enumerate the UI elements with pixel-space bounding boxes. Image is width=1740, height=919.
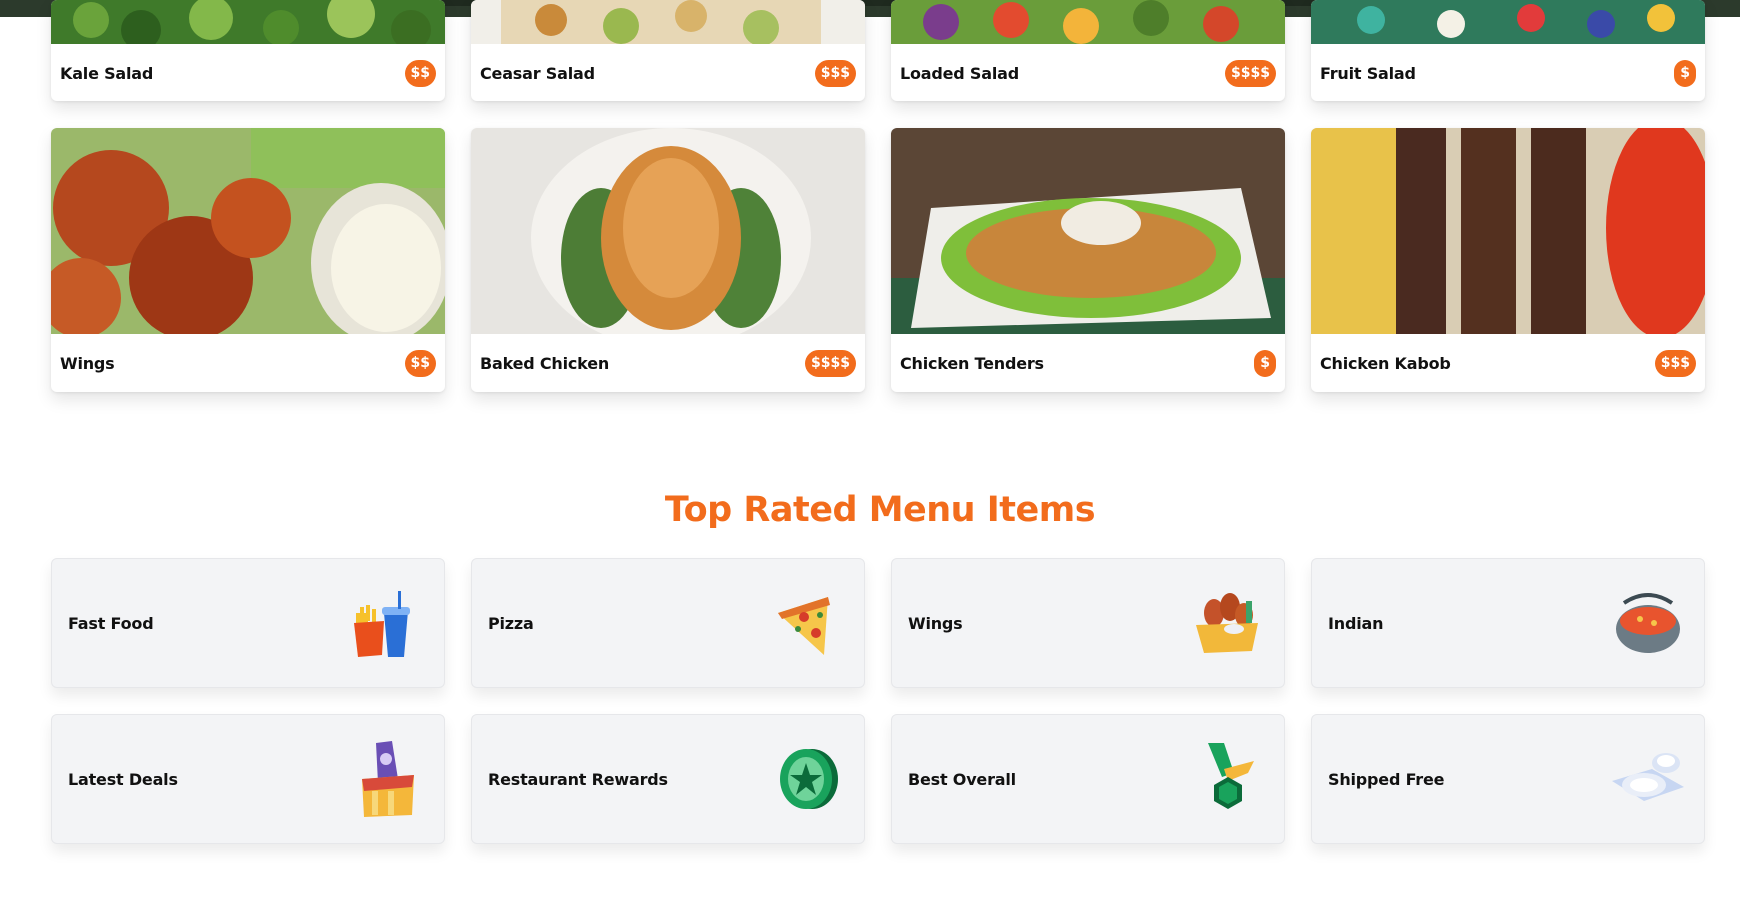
- chicken-kabob-image: [1311, 128, 1705, 334]
- category-card-pizza[interactable]: Pizza: [471, 558, 865, 688]
- wings-image: [51, 128, 445, 334]
- category-label: Latest Deals: [68, 769, 178, 789]
- price-badge: $$$$: [805, 349, 856, 377]
- deal-tag-icon: [348, 739, 428, 819]
- menu-card-kale-salad[interactable]: Kale Salad $$: [51, 0, 445, 101]
- price-badge: $$: [404, 59, 436, 87]
- menu-item-name: Ceasar Salad: [480, 63, 595, 83]
- loaded-salad-image: [891, 0, 1285, 44]
- menu-card-ceasar-salad[interactable]: Ceasar Salad $$$: [471, 0, 865, 101]
- price-badge: $$$: [814, 59, 856, 87]
- wings-basket-icon: [1188, 583, 1268, 663]
- price-badge: $$$: [1654, 349, 1696, 377]
- kale-salad-image: [51, 0, 445, 44]
- price-badge: $$: [404, 349, 436, 377]
- category-label: Best Overall: [908, 769, 1016, 789]
- category-card-restaurant-rewards[interactable]: Restaurant Rewards: [471, 714, 865, 844]
- category-card-wings[interactable]: Wings: [891, 558, 1285, 688]
- baked-chicken-image: [471, 128, 865, 334]
- menu-card-wings[interactable]: Wings $$: [51, 128, 445, 392]
- menu-item-name: Kale Salad: [60, 63, 154, 83]
- menu-item-name: Fruit Salad: [1320, 63, 1416, 83]
- menu-item-name: Chicken Tenders: [900, 353, 1044, 373]
- menu-card-chicken-kabob[interactable]: Chicken Kabob $$$: [1311, 128, 1705, 392]
- category-label: Indian: [1328, 613, 1384, 633]
- price-badge: $: [1254, 349, 1276, 377]
- award-medal-icon: [1188, 739, 1268, 819]
- reward-coin-icon: [768, 739, 848, 819]
- menu-card-loaded-salad[interactable]: Loaded Salad $$$$: [891, 0, 1285, 101]
- category-card-fast-food[interactable]: Fast Food: [51, 558, 445, 688]
- category-card-shipped-free[interactable]: Shipped Free: [1311, 714, 1705, 844]
- chicken-tenders-image: [891, 128, 1285, 334]
- category-grid: Fast Food Pizza Wings Indian Latest Deal…: [51, 558, 1705, 844]
- chicken-card-row: Wings $$ Baked Chicken $$$$ Chicken Tender…: [51, 128, 1705, 392]
- menu-card-baked-chicken[interactable]: Baked Chicken $$$$: [471, 128, 865, 392]
- menu-card-chicken-tenders[interactable]: Chicken Tenders $: [891, 128, 1285, 392]
- ceasar-salad-image: [471, 0, 865, 44]
- plates-icon: [1608, 739, 1688, 819]
- category-card-best-overall[interactable]: Best Overall: [891, 714, 1285, 844]
- menu-card-fruit-salad[interactable]: Fruit Salad $: [1311, 0, 1705, 101]
- curry-bowl-icon: [1608, 583, 1688, 663]
- category-label: Restaurant Rewards: [488, 769, 668, 789]
- fruit-salad-image: [1311, 0, 1705, 44]
- menu-item-name: Chicken Kabob: [1320, 353, 1451, 373]
- category-card-indian[interactable]: Indian: [1311, 558, 1705, 688]
- category-label: Fast Food: [68, 613, 154, 633]
- section-title: Top Rated Menu Items: [664, 490, 1096, 530]
- menu-item-name: Baked Chicken: [480, 353, 610, 373]
- category-label: Pizza: [488, 613, 534, 633]
- category-label: Wings: [908, 613, 963, 633]
- category-label: Shipped Free: [1328, 769, 1445, 789]
- price-badge: $$$$: [1225, 59, 1276, 87]
- menu-item-name: Wings: [60, 353, 115, 373]
- fast-food-icon: [348, 583, 428, 663]
- price-badge: $: [1674, 59, 1696, 87]
- salad-card-row: Kale Salad $$ Ceasar Salad $$$ Loaded Sala…: [51, 0, 1705, 101]
- pizza-slice-icon: [768, 583, 848, 663]
- menu-item-name: Loaded Salad: [900, 63, 1019, 83]
- category-card-latest-deals[interactable]: Latest Deals: [51, 714, 445, 844]
